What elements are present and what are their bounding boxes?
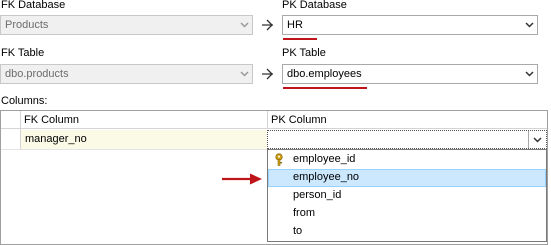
fk-column-cell-value: manager_no bbox=[25, 133, 87, 145]
pk-column-header-label: PK Column bbox=[271, 114, 327, 126]
fk-column-header-label: FK Column bbox=[24, 114, 80, 126]
chevron-down-icon[interactable] bbox=[520, 65, 537, 83]
dropdown-option-label: from bbox=[293, 207, 315, 219]
pk-database-value: HR bbox=[287, 19, 303, 31]
pk-table-value: dbo.employees bbox=[287, 68, 362, 80]
chevron-down-icon[interactable] bbox=[235, 16, 252, 34]
annotation-arrow-icon bbox=[222, 173, 262, 185]
fk-table-value: dbo.products bbox=[5, 68, 69, 80]
dropdown-option-label: person_id bbox=[293, 189, 342, 201]
dropdown-option-label: employee_id bbox=[293, 153, 356, 165]
dropdown-option-employee-no[interactable]: employee_no bbox=[268, 169, 546, 187]
dropdown-option-label: to bbox=[293, 225, 303, 237]
link-arrow-icon bbox=[262, 68, 273, 80]
fk-database-value: Products bbox=[5, 19, 49, 31]
pk-database-label: PK Database bbox=[282, 0, 347, 11]
annotation-underline bbox=[283, 87, 367, 89]
pk-column-cell[interactable] bbox=[267, 130, 547, 149]
fk-column-cell[interactable]: manager_no bbox=[21, 130, 267, 149]
chevron-down-icon[interactable] bbox=[528, 131, 546, 148]
dropdown-option-person-id[interactable]: person_id bbox=[268, 187, 546, 205]
pk-table-select[interactable]: dbo.employees bbox=[282, 64, 538, 84]
pk-column-dropdown[interactable]: employee_id employee_no person_id from t… bbox=[267, 149, 547, 242]
fk-table-select[interactable]: dbo.products bbox=[0, 64, 253, 84]
dropdown-option-label: employee_no bbox=[293, 171, 360, 183]
pk-table-label: PK Table bbox=[282, 47, 326, 59]
link-arrow-icon bbox=[262, 19, 273, 31]
fk-table-label: FK Table bbox=[1, 47, 45, 59]
chevron-down-icon[interactable] bbox=[520, 16, 537, 34]
pk-column-header[interactable]: PK Column bbox=[267, 111, 547, 129]
dropdown-option-employee-id[interactable]: employee_id bbox=[268, 151, 546, 169]
pk-database-select[interactable]: HR bbox=[282, 15, 538, 35]
row-header-corner bbox=[1, 111, 20, 129]
row-header[interactable] bbox=[1, 130, 20, 149]
key-icon bbox=[275, 153, 283, 166]
annotation-underline bbox=[283, 38, 317, 40]
dropdown-option-to[interactable]: to bbox=[268, 223, 546, 241]
chevron-down-icon[interactable] bbox=[235, 65, 252, 83]
columns-label: Columns: bbox=[1, 95, 48, 107]
fk-database-label: FK Database bbox=[1, 0, 66, 11]
dropdown-option-from[interactable]: from bbox=[268, 205, 546, 223]
fk-column-header[interactable]: FK Column bbox=[20, 111, 267, 129]
fk-database-select[interactable]: Products bbox=[0, 15, 253, 35]
column-divider bbox=[267, 111, 268, 129]
